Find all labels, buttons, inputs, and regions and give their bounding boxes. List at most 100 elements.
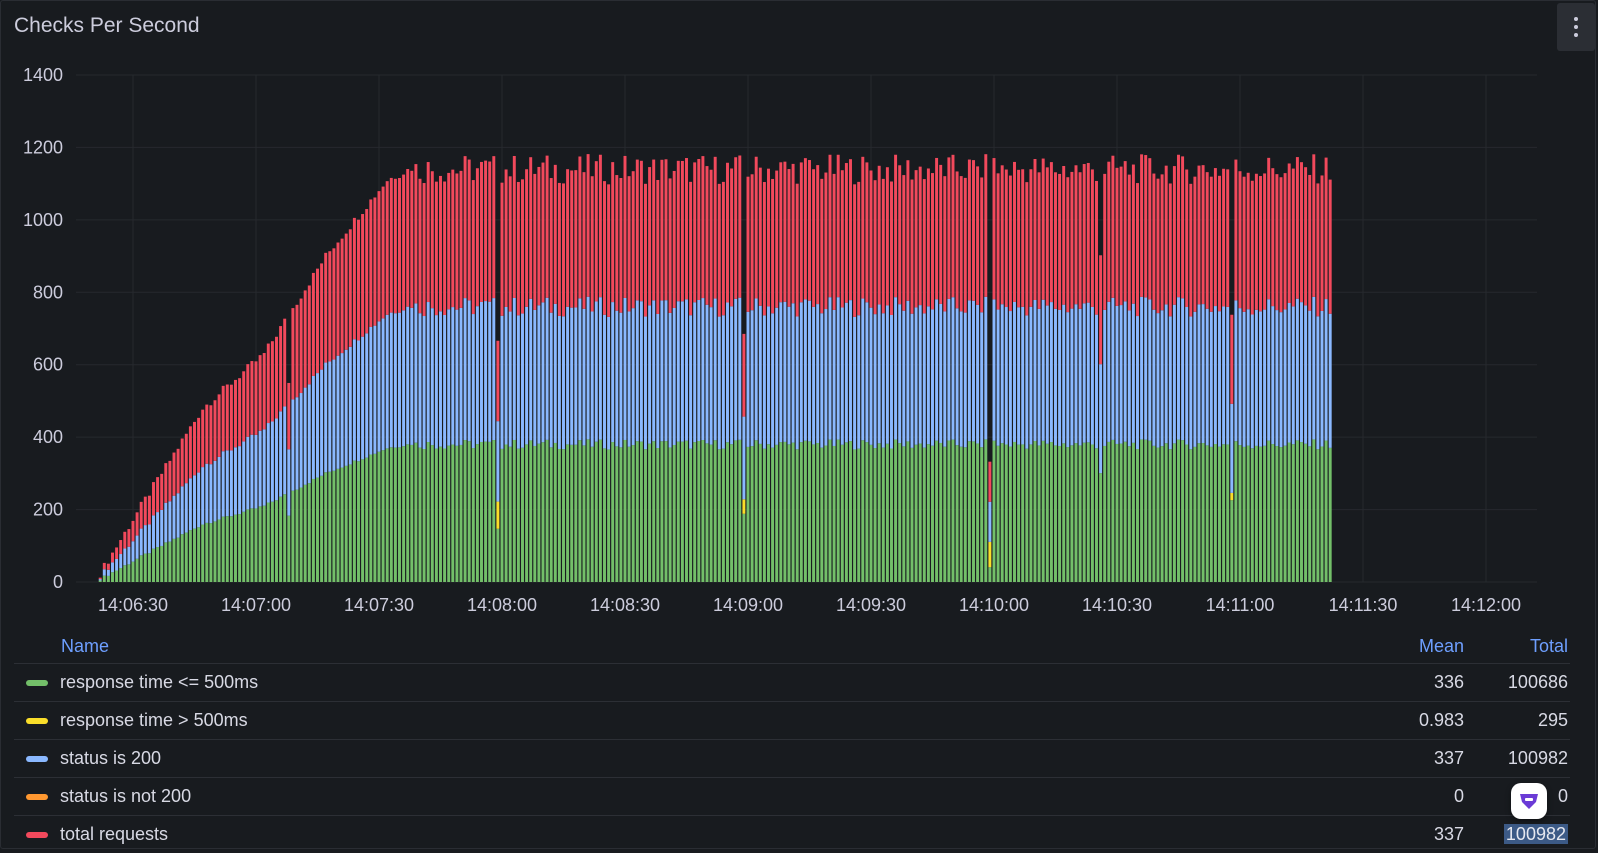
bar-status-200	[578, 298, 582, 441]
bar-status-200	[1263, 309, 1267, 446]
bar-total-requests	[894, 154, 898, 298]
bar-response-ok	[1025, 448, 1029, 582]
bar-response-ok	[1328, 447, 1332, 582]
legend-header-total[interactable]: Total	[1464, 636, 1570, 657]
bar-status-200	[918, 305, 922, 444]
bar-total-requests	[849, 159, 852, 301]
bar-status-200	[516, 315, 520, 449]
bar-status-200	[1213, 306, 1217, 445]
bar-status-200	[693, 302, 697, 443]
bar-total-requests	[1136, 183, 1139, 317]
bar-status-200	[287, 449, 291, 516]
bar-response-ok	[1193, 446, 1197, 582]
assistant-button[interactable]	[1511, 783, 1547, 819]
series-color-swatch	[26, 793, 48, 800]
panel-menu-button[interactable]	[1557, 3, 1595, 51]
bar-status-200	[758, 305, 762, 444]
bar-total-requests	[603, 181, 606, 315]
bar-status-200	[1000, 304, 1004, 444]
bar-total-requests	[1291, 168, 1295, 307]
bar-response-ok	[545, 439, 549, 582]
bar-response-ok	[1066, 447, 1070, 582]
bar-status-200	[213, 460, 217, 522]
bar-response-ok	[648, 443, 652, 582]
legend-row[interactable]: status is 200 337 100982	[14, 740, 1570, 778]
bar-total-requests	[377, 191, 381, 322]
bar-response-ok	[1008, 446, 1012, 582]
bar-total-requests	[254, 361, 258, 435]
bar-total-requests	[451, 169, 455, 308]
legend-header-name[interactable]: Name	[14, 636, 1344, 657]
bar-response-ok	[1246, 445, 1250, 582]
bar-total-requests	[1017, 169, 1021, 308]
bar-status-200	[135, 535, 139, 559]
bar-status-200	[1008, 311, 1012, 447]
bar-status-200	[926, 306, 930, 445]
chart-bars	[98, 154, 1332, 582]
bar-total-requests	[111, 552, 114, 563]
bar-response-ok	[246, 509, 250, 582]
legend-table: Name Mean Total response time <= 500ms 3…	[14, 629, 1570, 853]
bar-total-requests	[1066, 177, 1070, 313]
bar-status-200	[824, 309, 828, 446]
bar-status-200	[295, 397, 299, 490]
bar-total-requests	[656, 179, 660, 314]
bar-response-ok	[894, 439, 898, 582]
bar-status-200	[980, 312, 984, 448]
bar-total-requests	[775, 170, 779, 308]
bar-status-200	[730, 306, 734, 445]
legend-row[interactable]: total requests 337 100982	[14, 816, 1570, 853]
bar-total-requests	[922, 179, 926, 314]
bar-response-ok	[430, 445, 434, 582]
bar-status-200	[738, 297, 742, 440]
bar-response-ok	[857, 448, 861, 582]
legend-row-name-cell: status is 200	[14, 748, 1344, 769]
bar-total-requests	[820, 178, 824, 314]
bar-total-requests	[295, 304, 299, 398]
bar-response-ok	[795, 449, 799, 582]
bar-response-ok	[152, 548, 155, 582]
bar-total-requests	[828, 154, 832, 298]
bar-total-requests	[693, 162, 697, 303]
bar-total-requests	[508, 176, 512, 312]
bar-status-200	[1291, 306, 1295, 445]
legend-total-value: 100686	[1507, 672, 1568, 692]
bar-total-requests	[143, 496, 147, 526]
bar-total-requests	[1078, 172, 1082, 309]
bar-response-ok	[447, 445, 451, 582]
bar-status-200	[1025, 315, 1029, 449]
x-tick-label: 14:11:30	[1329, 595, 1398, 615]
legend-row[interactable]: status is not 200 0 0	[14, 778, 1570, 816]
bar-status-200	[303, 387, 307, 485]
bar-total-requests	[258, 355, 262, 431]
bar-status-200	[426, 302, 430, 443]
bar-status-200	[1095, 314, 1098, 449]
bar-total-requests	[1283, 173, 1287, 310]
bar-total-requests	[156, 477, 160, 513]
bar-status-200	[672, 307, 676, 445]
bar-total-requests	[414, 164, 418, 304]
bar-status-200	[1238, 308, 1242, 446]
legend-row[interactable]: response time > 500ms 0.983 295	[14, 702, 1570, 740]
bar-status-200	[250, 434, 254, 509]
legend-header-mean[interactable]: Mean	[1344, 636, 1464, 657]
bar-total-requests	[225, 384, 229, 451]
bar-total-requests	[1287, 163, 1291, 303]
legend-total-cell: 100982	[1464, 824, 1570, 845]
legend-row[interactable]: response time <= 500ms 336 100686	[14, 664, 1570, 702]
bar-total-requests	[750, 174, 754, 311]
bar-status-200	[180, 486, 184, 535]
bar-total-requests	[279, 326, 283, 412]
bar-response-ok	[410, 444, 414, 582]
bar-status-200	[898, 304, 902, 444]
bar-status-200	[619, 312, 623, 448]
x-tick-label: 14:07:30	[344, 595, 414, 615]
bar-total-requests	[1049, 162, 1053, 303]
bar-total-requests	[152, 482, 155, 516]
bar-total-requests	[1115, 167, 1119, 306]
bar-response-ok	[972, 441, 975, 582]
bar-response-ok	[1152, 445, 1156, 582]
bar-response-ok	[1209, 446, 1213, 582]
bar-status-200	[627, 311, 631, 447]
bar-status-200	[553, 303, 557, 443]
